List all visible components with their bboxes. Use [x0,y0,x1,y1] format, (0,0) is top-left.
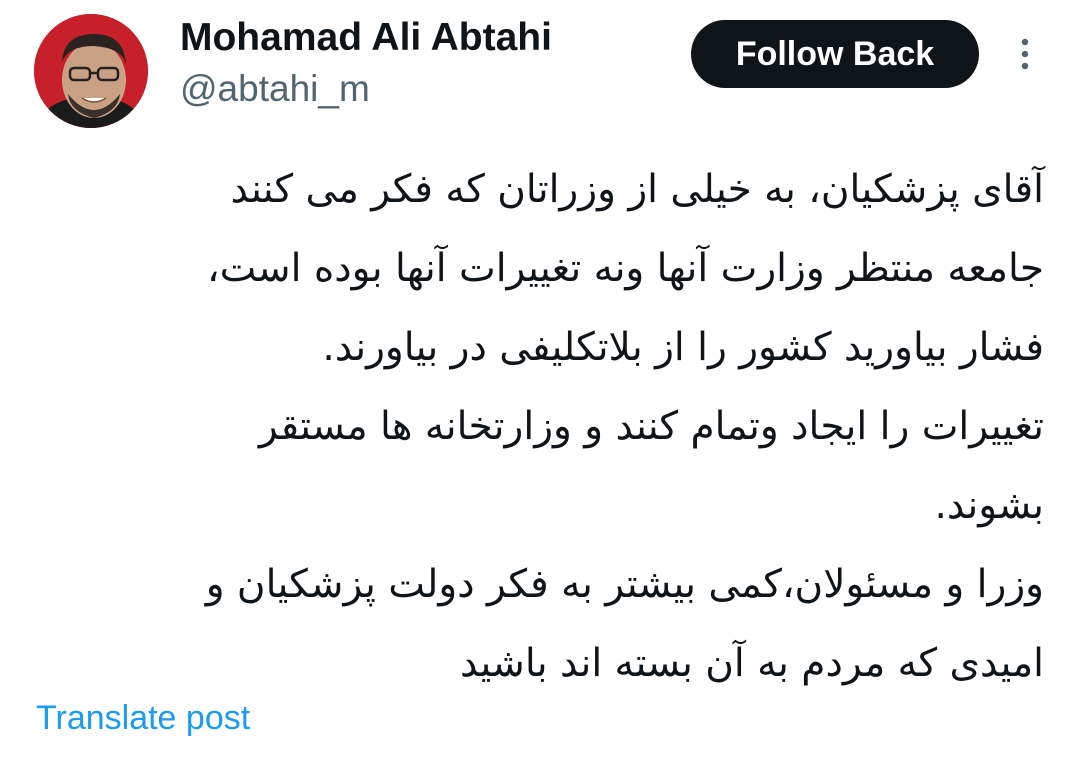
tweet-line: تغییرات را ایجاد وتمام کنند و وزارتخانه … [258,404,1044,449]
tweet-line: وزرا و مسئولان،کمی بیشتر به فکر دولت پزش… [205,562,1044,607]
more-vertical-icon [1021,38,1029,70]
tweet-line: آقای پزشکیان، به خیلی از وزراتان که فکر … [230,167,1044,212]
author-handle[interactable]: @abtahi_m [180,66,370,112]
more-options-button[interactable] [1008,34,1042,74]
tweet-line: فشار بیاورید کشور را از بلاتکلیفی در بیا… [322,325,1044,370]
avatar-image [34,14,148,128]
tweet-line: امیدی که مردم به آن بسته اند باشید [459,641,1044,686]
tweet-line: بشوند. [934,483,1044,528]
tweet-text: آقای پزشکیان، به خیلی از وزراتان که فکر … [60,150,1044,703]
translate-post-link[interactable]: Translate post [36,696,250,740]
author-display-name[interactable]: Mohamad Ali Abtahi [180,14,552,62]
avatar[interactable] [34,14,148,128]
follow-back-button[interactable]: Follow Back [691,20,979,88]
tweet-line: جامعه منتظر وزارت آنها ونه تغییرات آنها … [207,246,1044,291]
